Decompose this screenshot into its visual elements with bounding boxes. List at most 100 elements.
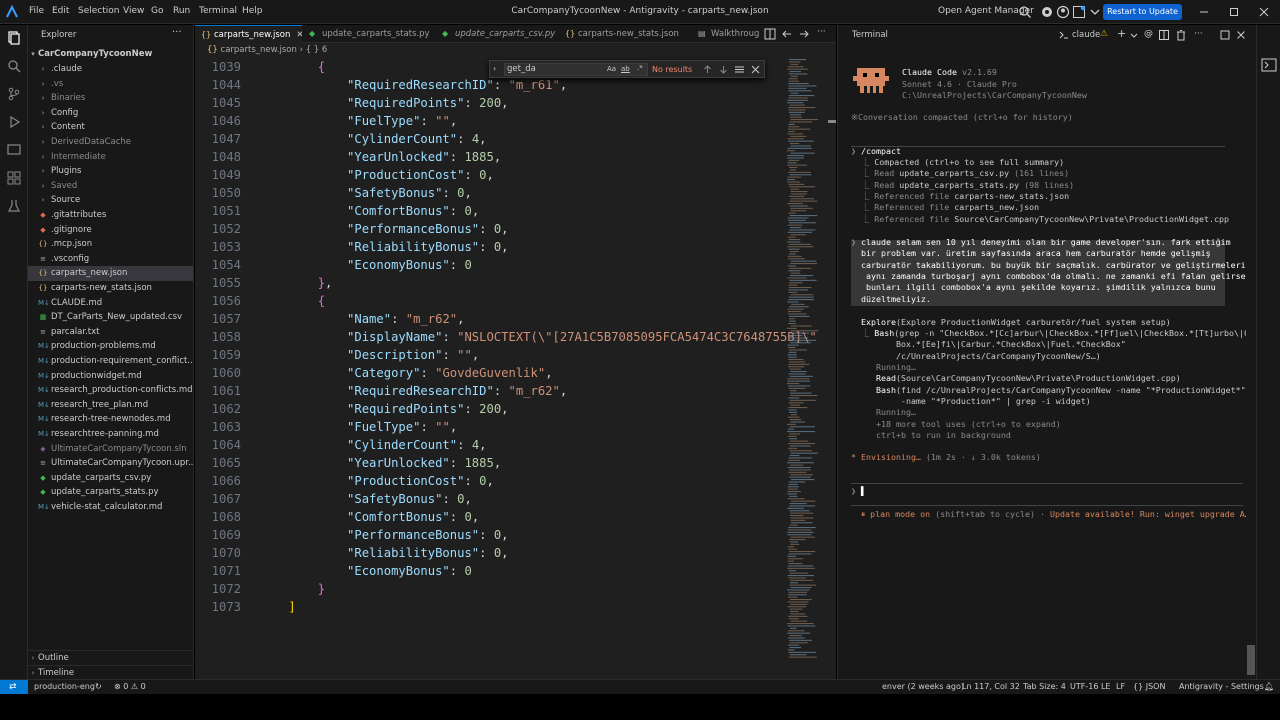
terminal-tab-claude[interactable]: claude bbox=[1072, 30, 1100, 40]
chevron-right-icon[interactable]: › bbox=[493, 64, 496, 73]
folder-item[interactable]: › Binaries bbox=[28, 91, 193, 106]
folder-item[interactable]: › .claude bbox=[28, 62, 193, 77]
split-editor-icon[interactable] bbox=[763, 27, 777, 41]
file-item[interactable]: M↓research_production-conflicts.md bbox=[28, 383, 193, 398]
menu-run[interactable]: Run bbox=[173, 6, 190, 16]
folder-item[interactable]: › DerivedDataCache bbox=[28, 135, 193, 150]
git-blame[interactable]: enver (2 weeks ago) bbox=[882, 680, 964, 694]
file-item[interactable]: ◈ UltimateCarCompanyTycoon.sln bbox=[28, 442, 193, 457]
file-item[interactable]: {} carparts-new_stats.json bbox=[28, 281, 193, 296]
account-icon[interactable] bbox=[1056, 5, 1070, 19]
more-actions-icon[interactable]: ··· bbox=[1194, 29, 1203, 39]
file-item[interactable]: {} .mcp.json bbox=[28, 237, 193, 252]
editor-scrollbar[interactable] bbox=[828, 120, 836, 123]
extensions-icon[interactable] bbox=[6, 170, 22, 186]
explorer-icon[interactable] bbox=[6, 30, 22, 46]
arrow-left-icon[interactable] bbox=[780, 27, 794, 41]
file-item[interactable]: M↓CLAUDE.md bbox=[28, 296, 193, 311]
find-in-selection-icon[interactable] bbox=[734, 64, 745, 75]
remote-explorer-icon[interactable] bbox=[6, 142, 22, 158]
match-case-icon[interactable]: Aa bbox=[607, 65, 616, 73]
run-debug-icon[interactable] bbox=[6, 114, 22, 130]
tab-update-carparts-csv[interactable]: ◆ update_carparts_csv.py bbox=[436, 25, 558, 43]
menu-view[interactable]: View bbox=[123, 6, 144, 16]
tab-size[interactable]: Tab Size: 4 bbox=[1023, 680, 1066, 694]
folder-item[interactable]: › .vs bbox=[28, 77, 193, 92]
split-terminal-icon[interactable] bbox=[1158, 29, 1170, 41]
file-item[interactable]: M↓researchtree-panning.md bbox=[28, 427, 193, 442]
explorer-root[interactable]: ▾ CarCompanyTycoonNew bbox=[28, 47, 193, 62]
search-icon[interactable] bbox=[6, 58, 22, 74]
tab-carparts-new-json[interactable]: {}carparts_new.json ✕ bbox=[195, 25, 302, 43]
outline-section[interactable]: › Outline bbox=[28, 650, 194, 665]
testing-icon[interactable] bbox=[6, 198, 22, 214]
end-of-line[interactable]: LF bbox=[1116, 680, 1125, 694]
tab-update-carparts-stats[interactable]: ◆ update_carparts_stats.py bbox=[303, 25, 435, 43]
trash-icon[interactable] bbox=[1175, 29, 1187, 41]
menu-terminal[interactable]: Terminal bbox=[199, 6, 237, 16]
file-item[interactable]: ≡ UltimateCarCompanyTycoon.upr... bbox=[28, 456, 193, 471]
close-icon[interactable] bbox=[1256, 4, 1272, 20]
file-item[interactable]: ◆ .gitignore bbox=[28, 223, 193, 238]
plus-icon[interactable]: + bbox=[1117, 27, 1126, 40]
file-item[interactable]: M↓productionwidget.md bbox=[28, 369, 193, 384]
close-icon[interactable] bbox=[1235, 29, 1247, 41]
close-icon[interactable]: ✕ bbox=[296, 30, 302, 40]
source-control-icon[interactable] bbox=[6, 86, 22, 102]
menu-selection[interactable]: Selection bbox=[78, 6, 119, 16]
more-actions-icon[interactable]: ··· bbox=[817, 27, 831, 41]
file-item[interactable]: M↓production-requirement_conflict... bbox=[28, 354, 193, 369]
folder-item[interactable]: › Plugins bbox=[28, 164, 193, 179]
terminal-scrollbar[interactable] bbox=[1247, 645, 1255, 675]
chevron-down-icon[interactable] bbox=[1088, 5, 1102, 19]
regex-icon[interactable]: .* bbox=[637, 64, 643, 72]
search-icon[interactable] bbox=[1018, 5, 1032, 19]
restart-to-update-button[interactable]: Restart to Update → bbox=[1103, 4, 1182, 32]
menu-go[interactable]: Go bbox=[151, 6, 163, 16]
at-icon[interactable]: @ bbox=[1144, 29, 1153, 39]
sync-icon[interactable]: ↻ bbox=[95, 680, 102, 694]
file-item[interactable]: ◆ update_carparts_stats.py bbox=[28, 485, 193, 500]
tab-walkthrough[interactable]: ▤ Walkthrough bbox=[692, 25, 760, 43]
file-item[interactable]: M↓research_tree_plan.md bbox=[28, 398, 193, 413]
folder-item[interactable]: › Config bbox=[28, 106, 193, 121]
timeline-section[interactable]: › Timeline bbox=[28, 665, 194, 680]
more-actions-icon[interactable]: ··· bbox=[172, 27, 182, 38]
cursor-position[interactable]: Ln 117, Col 32 bbox=[962, 680, 1020, 694]
tab-carparts-new-stats[interactable]: {} carparts-new_stats.json bbox=[559, 25, 691, 43]
file-item[interactable]: ◆ update_carparts_csv.py bbox=[28, 471, 193, 486]
folder-item[interactable]: › Source bbox=[28, 193, 193, 208]
close-icon[interactable] bbox=[750, 64, 761, 75]
minimize-icon[interactable] bbox=[1196, 4, 1212, 20]
arrow-right-icon[interactable] bbox=[797, 27, 811, 41]
file-item[interactable]: ◆ .gitattributes bbox=[28, 208, 193, 223]
chevron-down-icon[interactable] bbox=[1128, 29, 1140, 41]
menu-file[interactable]: File bbox=[29, 6, 44, 16]
whole-word-icon[interactable]: ab bbox=[621, 65, 630, 73]
maximize-icon[interactable] bbox=[1226, 4, 1242, 20]
remote-indicator[interactable]: ⇄ bbox=[0, 680, 28, 694]
arrow-down-icon[interactable] bbox=[718, 64, 729, 75]
settings-label[interactable]: Antigravity - Settings bbox=[1179, 680, 1264, 694]
folder-item[interactable]: › Intermediate bbox=[28, 150, 193, 165]
encoding[interactable]: UTF-16 LE bbox=[1070, 680, 1110, 694]
folder-item[interactable]: › Content bbox=[28, 120, 193, 135]
maximize-panel-icon[interactable] bbox=[1219, 29, 1231, 41]
file-item[interactable]: ▦ DT_CarParts_New_updated.csv bbox=[28, 310, 193, 325]
file-item[interactable]: M↓vehicle-stat_calculator.md bbox=[28, 500, 193, 515]
file-item[interactable]: M↓research-tree-newnodes.md bbox=[28, 412, 193, 427]
terminal-icon[interactable] bbox=[1261, 58, 1277, 72]
file-item[interactable]: ≡ .vsconfig bbox=[28, 252, 193, 267]
menu-help[interactable]: Help bbox=[242, 6, 263, 16]
problems-count[interactable]: ⊗ 0 ⚠ 0 bbox=[114, 680, 146, 694]
minimap[interactable] bbox=[785, 57, 825, 663]
menu-edit[interactable]: Edit bbox=[52, 6, 69, 16]
arrow-up-icon[interactable] bbox=[702, 64, 713, 75]
file-item[interactable]: ≡ parcalar.txt bbox=[28, 325, 193, 340]
breadcrumb[interactable]: {} carparts_new.json › { } 6 bbox=[195, 43, 836, 57]
code-editor[interactable]: 1039 {1044 "RequiredResearchID": "m_r61"… bbox=[195, 57, 836, 679]
layout-icon[interactable] bbox=[1072, 5, 1086, 19]
file-item[interactable]: M↓production-problems.md bbox=[28, 339, 193, 354]
branch-label[interactable]: production-eng bbox=[34, 680, 95, 694]
folder-item[interactable]: › Saved bbox=[28, 179, 193, 194]
